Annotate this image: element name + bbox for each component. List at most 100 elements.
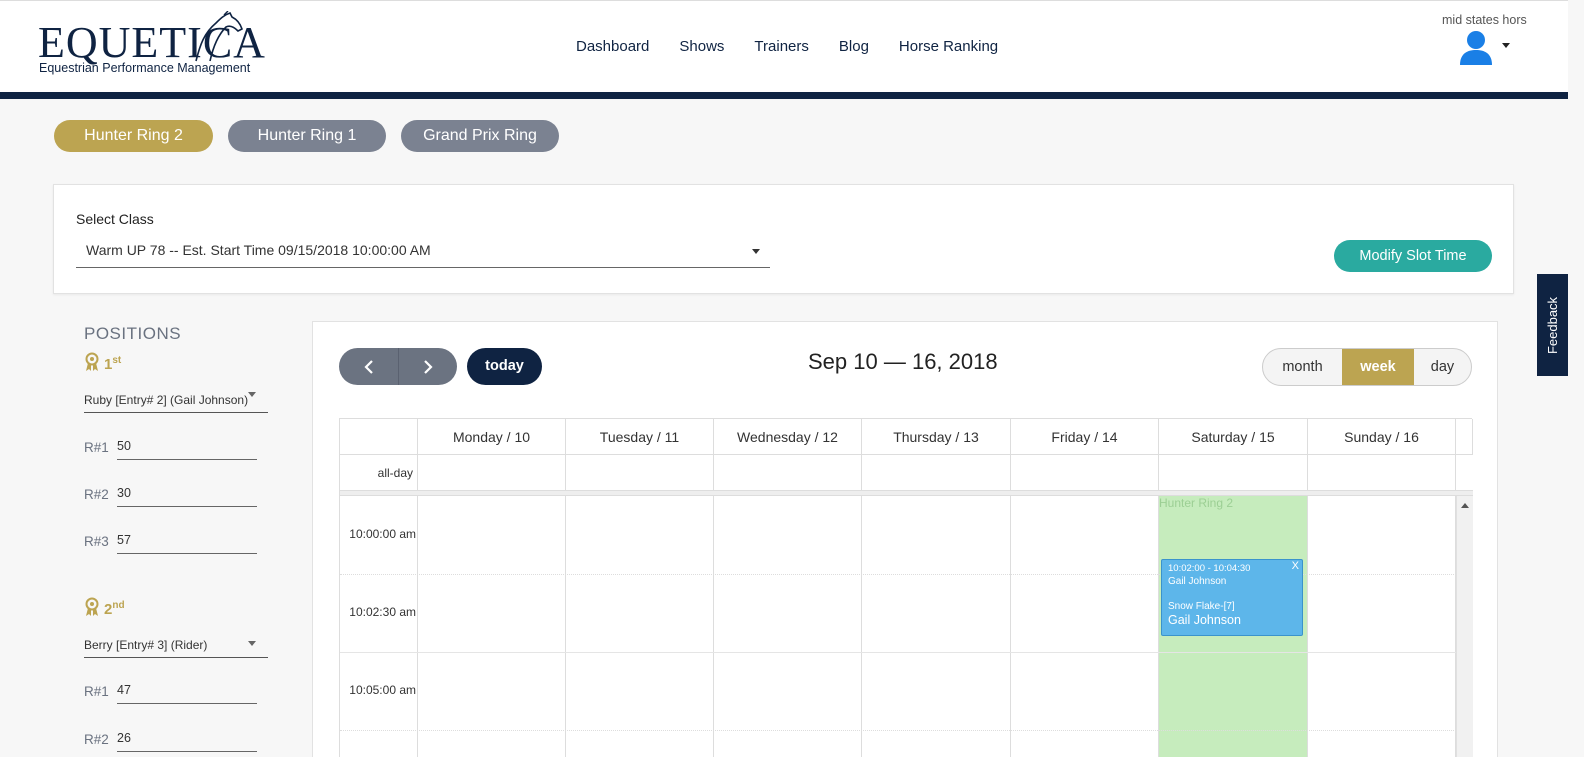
prev-week-button[interactable] xyxy=(339,348,398,385)
slot-line xyxy=(340,730,1456,731)
modify-slot-time-button[interactable]: Modify Slot Time xyxy=(1334,240,1492,272)
round-1-score-input[interactable]: 47 xyxy=(117,680,257,704)
ring-tab-grand-prix-ring[interactable]: Grand Prix Ring xyxy=(401,120,559,152)
view-month-button[interactable]: month xyxy=(1263,349,1342,385)
slot-line xyxy=(340,652,1456,653)
scroll-up-arrow-icon[interactable] xyxy=(1461,503,1469,508)
feedback-label: Feedback xyxy=(1545,296,1560,354)
all-day-cell[interactable] xyxy=(418,455,566,491)
day-header-friday: Friday / 14 xyxy=(1011,419,1159,455)
all-day-cell[interactable] xyxy=(1011,455,1159,491)
round-label: R#3 xyxy=(84,534,109,549)
calendar-title: Sep 10 — 16, 2018 xyxy=(808,349,998,374)
time-axis-header xyxy=(340,419,418,455)
class-select-card: Select Class Warm UP 78 -- Est. Start Ti… xyxy=(53,184,1514,294)
class-select-dropdown[interactable]: Warm UP 78 -- Est. Start Time 09/15/2018… xyxy=(76,235,770,268)
chevron-left-icon xyxy=(363,359,373,374)
time-label-1005: 10:05:00 am xyxy=(349,683,416,697)
place-2-horse-value: Berry [Entry# 3] (Rider) xyxy=(84,638,208,652)
award-ribbon-icon xyxy=(85,352,99,371)
nav-blog[interactable]: Blog xyxy=(824,37,884,57)
event-rider: Gail Johnson xyxy=(1168,613,1241,627)
place-1-suffix: st xyxy=(112,355,122,366)
day-header-monday: Monday / 10 xyxy=(418,419,566,455)
all-day-cell[interactable] xyxy=(714,455,862,491)
main-nav: Dashboard Shows Trainers Blog Horse Rank… xyxy=(561,37,1013,57)
event-time: 10:02:00 - 10:04:30 xyxy=(1168,563,1251,574)
calendar-prev-next xyxy=(339,348,457,385)
time-label-1000: 10:00:00 am xyxy=(349,527,416,541)
logo-tagline: Equestrian Performance Management xyxy=(39,61,251,75)
day-header-wednesday: Wednesday / 12 xyxy=(714,419,862,455)
nav-horse-ranking[interactable]: Horse Ranking xyxy=(884,37,1013,57)
all-day-cell[interactable] xyxy=(862,455,1011,491)
column-divider xyxy=(1307,496,1308,757)
chevron-down-icon xyxy=(248,392,256,397)
round-label: R#1 xyxy=(84,440,109,455)
all-day-cell[interactable] xyxy=(566,455,714,491)
day-header-saturday: Saturday / 15 xyxy=(1159,419,1308,455)
round-1-score-input[interactable]: 50 xyxy=(117,436,257,460)
chevron-down-icon xyxy=(752,249,760,254)
day-header-tuesday: Tuesday / 11 xyxy=(566,419,714,455)
place-1-horse-value: Ruby [Entry# 2] (Gail Johnson) xyxy=(84,393,249,407)
event-horse: Snow Flake-[7] xyxy=(1168,601,1235,612)
column-divider xyxy=(1158,496,1159,757)
calendar-card: today Sep 10 — 16, 2018 month week day M… xyxy=(312,321,1498,757)
feedback-tab[interactable]: Feedback xyxy=(1537,274,1568,376)
place-2-horse-select[interactable]: Berry [Entry# 3] (Rider) xyxy=(84,634,268,658)
time-slots-area[interactable]: Hunter Ring 2 10:00:00 am 10:02:30 am 10… xyxy=(340,496,1473,757)
place-1-horse-select[interactable]: Ruby [Entry# 2] (Gail Johnson) xyxy=(84,389,268,413)
next-week-button[interactable] xyxy=(398,348,457,385)
place-2-heading: 2nd xyxy=(84,597,125,619)
ring-tab-hunter-ring-2[interactable]: Hunter Ring 2 xyxy=(54,120,213,152)
user-name: mid states hors xyxy=(1442,13,1527,27)
ring-availability-label: Hunter Ring 2 xyxy=(1159,496,1234,510)
all-day-label: all-day xyxy=(340,455,418,491)
time-label-1002: 10:02:30 am xyxy=(349,605,416,619)
nav-shows[interactable]: Shows xyxy=(664,37,739,57)
all-day-row: all-day xyxy=(340,455,1473,491)
class-select-value: Warm UP 78 -- Est. Start Time 09/15/2018… xyxy=(86,242,431,258)
place-1-heading: 1st xyxy=(84,352,121,374)
column-divider xyxy=(565,496,566,757)
place-2-suffix: nd xyxy=(112,600,125,611)
nav-trainers[interactable]: Trainers xyxy=(739,37,823,57)
round-label: R#1 xyxy=(84,684,109,699)
week-grid: Monday / 10 Tuesday / 11 Wednesday / 12 … xyxy=(339,418,1473,757)
column-divider xyxy=(417,496,418,757)
select-class-label: Select Class xyxy=(76,211,154,227)
view-week-button[interactable]: week xyxy=(1342,349,1414,385)
day-header-sunday: Sunday / 16 xyxy=(1308,419,1456,455)
user-avatar-icon[interactable] xyxy=(1458,29,1494,65)
column-divider xyxy=(861,496,862,757)
top-header: EQUETICA Equestrian Performance Manageme… xyxy=(0,0,1568,92)
ring-tab-hunter-ring-1[interactable]: Hunter Ring 1 xyxy=(228,120,386,152)
round-3-score-input[interactable]: 57 xyxy=(117,530,257,554)
round-label: R#2 xyxy=(84,487,109,502)
calendar-view-switcher: month week day xyxy=(1262,348,1472,386)
round-2-score-input[interactable]: 26 xyxy=(117,728,257,752)
scrollbar-header-spacer xyxy=(1456,419,1473,455)
user-menu-caret-icon[interactable] xyxy=(1502,43,1510,48)
all-day-cell[interactable] xyxy=(1308,455,1456,491)
all-day-cell[interactable] xyxy=(1159,455,1308,491)
nav-dashboard[interactable]: Dashboard xyxy=(561,37,664,57)
column-divider xyxy=(1010,496,1011,757)
calendar-scrollbar[interactable] xyxy=(1456,496,1473,757)
event-trainer: Gail Johnson xyxy=(1168,576,1227,587)
chevron-down-icon xyxy=(248,641,256,646)
round-label: R#2 xyxy=(84,732,109,747)
column-divider xyxy=(713,496,714,757)
award-ribbon-icon xyxy=(85,597,99,616)
event-close-button[interactable]: X xyxy=(1292,560,1299,572)
equetica-logo[interactable]: EQUETICA Equestrian Performance Manageme… xyxy=(38,11,265,85)
chevron-right-icon xyxy=(424,359,433,374)
positions-title: POSITIONS xyxy=(84,324,182,343)
round-2-score-input[interactable]: 30 xyxy=(117,483,257,507)
day-header-thursday: Thursday / 13 xyxy=(862,419,1011,455)
today-button[interactable]: today xyxy=(467,348,542,385)
calendar-event[interactable]: X 10:02:00 - 10:04:30 Gail Johnson Snow … xyxy=(1161,559,1303,636)
header-accent-bar xyxy=(0,92,1568,99)
view-day-button[interactable]: day xyxy=(1414,349,1471,385)
